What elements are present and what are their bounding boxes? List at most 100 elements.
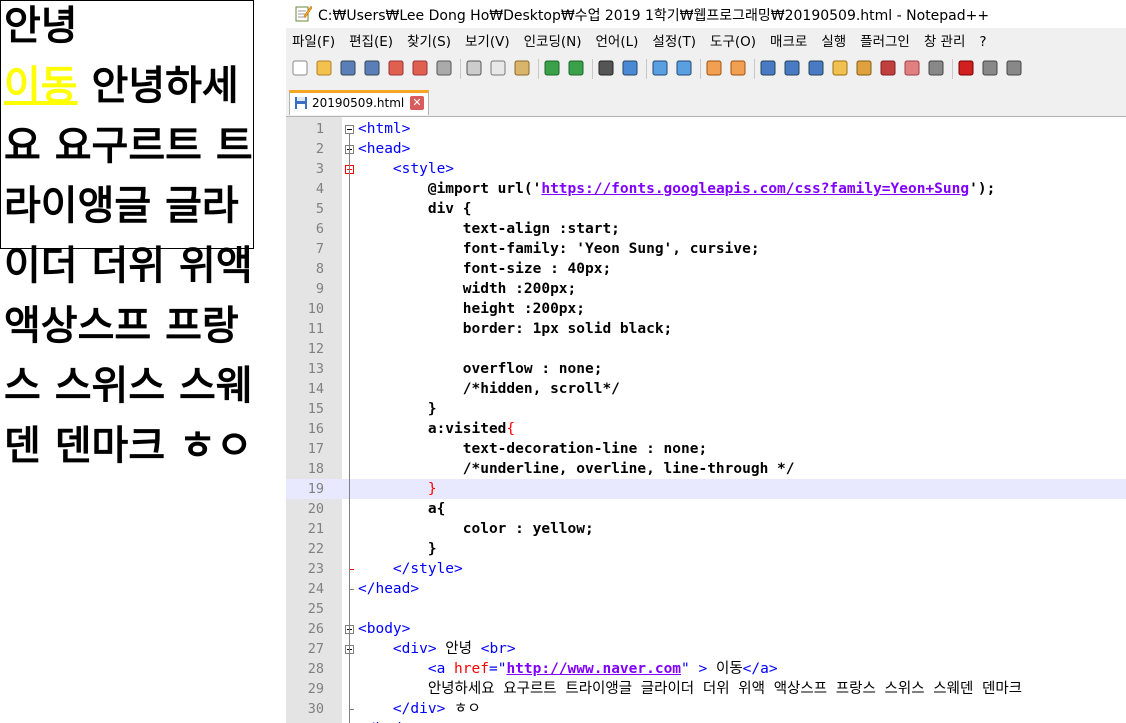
code-line[interactable]: 23 </style> <box>286 559 1126 579</box>
code-token: </head> <box>358 581 420 597</box>
line-number: 27 <box>307 641 324 657</box>
sync-vertical-icon[interactable] <box>704 58 724 78</box>
tab-20190509-html[interactable]: 20190509.html ✕ <box>289 90 429 115</box>
print-icon[interactable] <box>434 58 454 78</box>
toolbar-separator <box>646 59 647 79</box>
code-line[interactable]: 21 color : yellow; <box>286 519 1126 539</box>
record-macro-icon[interactable] <box>956 58 976 78</box>
code-text: overflow : none; <box>358 359 603 379</box>
code-token: border: 1px solid black; <box>462 321 673 337</box>
code-text: @import url('https://fonts.googleapis.co… <box>358 179 995 199</box>
code-line[interactable]: 19 } <box>286 479 1126 499</box>
code-token: <head> <box>358 141 411 157</box>
code-line[interactable]: 3 <style> <box>286 159 1126 179</box>
indent-guide-icon[interactable] <box>806 58 826 78</box>
menu-item-12[interactable]: ? <box>975 31 990 53</box>
code-line[interactable]: 30 </div> ㅎㅇ <box>286 699 1126 719</box>
code-line[interactable]: 31 </body> <box>286 719 1126 723</box>
fold-toggle-icon[interactable] <box>345 125 354 134</box>
monitoring-icon[interactable] <box>926 58 946 78</box>
function-list-icon[interactable] <box>878 58 898 78</box>
folder-workspace-icon[interactable] <box>902 58 922 78</box>
code-token: font-size : 40px; <box>462 261 612 277</box>
preview-link[interactable]: 이동 <box>4 63 78 109</box>
code-token: </a> <box>742 661 778 677</box>
menu-item-6[interactable]: 설정(T) <box>648 31 700 53</box>
code-line[interactable]: 17 text-decoration-line : none; <box>286 439 1126 459</box>
code-line[interactable]: 1 <html> <box>286 119 1126 139</box>
undo-icon[interactable] <box>542 58 562 78</box>
code-line[interactable]: 27 <div> 안녕 <br> <box>286 639 1126 659</box>
menu-item-1[interactable]: 편집(E) <box>345 31 397 53</box>
save-icon[interactable] <box>338 58 358 78</box>
code-line[interactable]: 12 <box>286 339 1126 359</box>
code-line[interactable]: 6 text-align :start; <box>286 219 1126 239</box>
zoom-out-icon[interactable] <box>674 58 694 78</box>
code-line[interactable]: 11 border: 1px solid black; <box>286 319 1126 339</box>
copy-icon[interactable] <box>488 58 508 78</box>
menu-item-5[interactable]: 언어(L) <box>592 31 643 53</box>
code-line[interactable]: 22 } <box>286 539 1126 559</box>
code-line[interactable]: 14 /*hidden, scroll*/ <box>286 379 1126 399</box>
play-macro-icon[interactable] <box>1004 58 1024 78</box>
code-token: '); <box>969 181 996 197</box>
redo-icon[interactable] <box>566 58 586 78</box>
menu-item-2[interactable]: 찾기(S) <box>403 31 455 53</box>
sync-horizontal-icon[interactable] <box>728 58 748 78</box>
code-line[interactable]: 16 a:visited{ <box>286 419 1126 439</box>
code-line[interactable]: 25 <box>286 599 1126 619</box>
code-line[interactable]: 9 width :200px; <box>286 279 1126 299</box>
code-line[interactable]: 10 height :200px; <box>286 299 1126 319</box>
replace-icon[interactable] <box>620 58 640 78</box>
code-line[interactable]: 5 div { <box>286 199 1126 219</box>
menu-item-0[interactable]: 파일(F) <box>288 31 339 53</box>
code-line[interactable]: 15 } <box>286 399 1126 419</box>
code-line[interactable]: 18 /*underline, overline, line-through *… <box>286 459 1126 479</box>
new-file-icon[interactable] <box>290 58 310 78</box>
code-line[interactable]: 8 font-size : 40px; <box>286 259 1126 279</box>
paste-icon[interactable] <box>512 58 532 78</box>
menu-item-11[interactable]: 창 관리 <box>920 31 970 53</box>
udl-icon[interactable] <box>830 58 850 78</box>
code-line[interactable]: 20 a{ <box>286 499 1126 519</box>
zoom-in-icon[interactable] <box>650 58 670 78</box>
line-number: 4 <box>315 181 324 197</box>
code-editor[interactable]: 1 <html> 2 <head> 3 <style> 4 @import url('ht… <box>286 117 1126 723</box>
notepadpp-app-icon <box>295 5 312 22</box>
menu-item-3[interactable]: 보기(V) <box>461 31 514 53</box>
code-line[interactable]: 26 <body> <box>286 619 1126 639</box>
code-line[interactable]: 7 font-family: 'Yeon Sung', cursive; <box>286 239 1126 259</box>
code-line[interactable]: 28 <a href="http://www.naver.com" > 이동</… <box>286 659 1126 679</box>
line-number: 18 <box>307 461 324 477</box>
save-all-icon[interactable] <box>362 58 382 78</box>
close-all-icon[interactable] <box>410 58 430 78</box>
open-file-icon[interactable] <box>314 58 334 78</box>
tab-close-button[interactable]: ✕ <box>410 96 424 110</box>
menu-item-9[interactable]: 실행 <box>817 31 850 53</box>
code-line[interactable]: 13 overflow : none; <box>286 359 1126 379</box>
menu-item-7[interactable]: 도구(O) <box>706 31 760 53</box>
word-wrap-icon[interactable] <box>758 58 778 78</box>
doc-map-icon[interactable] <box>854 58 874 78</box>
show-all-chars-icon[interactable] <box>782 58 802 78</box>
code-line[interactable]: 29 안녕하세요 요구르트 트라이앵글 글라이더 더위 위액 액상스프 프랑스 … <box>286 679 1126 699</box>
stop-macro-icon[interactable] <box>980 58 1000 78</box>
code-line[interactable]: 4 @import url('https://fonts.googleapis.… <box>286 179 1126 199</box>
menu-item-8[interactable]: 매크로 <box>766 31 811 53</box>
line-number: 14 <box>307 381 324 397</box>
code-line[interactable]: 24 </head> <box>286 579 1126 599</box>
menu-item-10[interactable]: 플러그인 <box>856 31 914 53</box>
close-icon[interactable] <box>386 58 406 78</box>
code-text: text-align :start; <box>358 219 620 239</box>
cut-icon[interactable] <box>464 58 484 78</box>
menu-item-4[interactable]: 인코딩(N) <box>520 31 586 53</box>
code-line[interactable]: 2 <head> <box>286 139 1126 159</box>
find-icon[interactable] <box>596 58 616 78</box>
code-token: width :200px; <box>462 281 577 297</box>
